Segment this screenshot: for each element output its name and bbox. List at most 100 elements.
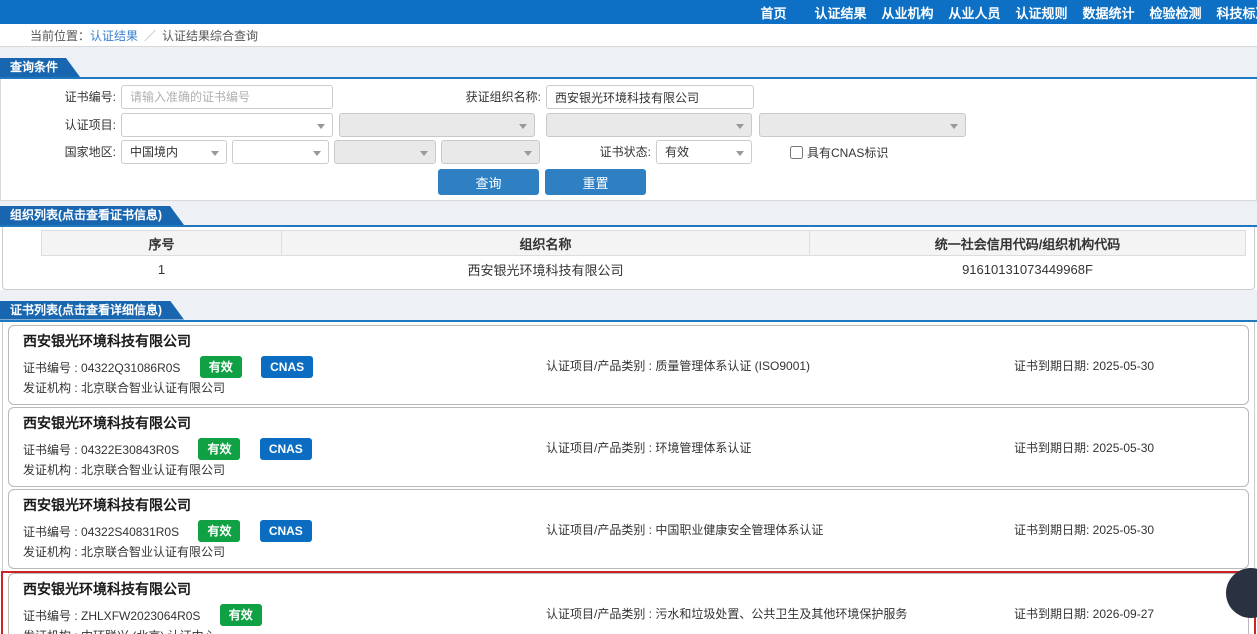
highlighted-certificate-outline: 西安银光环境科技有限公司 证书编号 : ZHLXFW2023064R0S 有效 … <box>1 571 1256 634</box>
org-row-code: 91610131073449968F <box>810 256 1246 283</box>
cnas-checkbox-input[interactable] <box>790 146 803 159</box>
cnas-badge: CNAS <box>260 438 312 460</box>
cert-list-panel: 西安银光环境科技有限公司 证书编号 : 04322Q31086R0S 有效 CN… <box>2 322 1255 634</box>
nav-item-home[interactable]: 首页 <box>740 3 807 22</box>
certificate-company-name: 西安银光环境科技有限公司 <box>23 580 1234 599</box>
status-badge: 有效 <box>200 356 242 378</box>
nav-item-personnel[interactable]: 从业人员 <box>941 3 1008 22</box>
project-select-4 <box>759 113 966 137</box>
breadcrumb-prefix: 当前位置： <box>30 27 90 44</box>
org-row-index: 1 <box>42 256 282 283</box>
status-select-value: 有效 <box>665 145 689 159</box>
expiry-date: 证书到期日期: 2026-09-27 <box>1014 604 1154 624</box>
expiry-value: 2025-05-30 <box>1093 441 1154 455</box>
certificate-company-name: 西安银光环境科技有限公司 <box>23 414 1234 433</box>
issuer: 发证机构 : 北京联合智业认证有限公司 <box>23 462 1234 479</box>
project-label: 认证项目/产品类别 : <box>546 441 655 455</box>
nav-item-cert-results[interactable]: 认证结果 <box>807 3 874 22</box>
breadcrumb: 当前位置： 认证结果 ／ 认证结果综合查询 <box>0 24 1257 47</box>
cert-no-label: 证书编号: <box>1 85 116 109</box>
spacer <box>0 47 1257 58</box>
issuer-label: 发证机构 : <box>23 381 81 395</box>
status-label: 证书状态: <box>561 140 651 164</box>
org-table-header-row: 序号 组织名称 统一社会信用代码/组织机构代码 <box>42 231 1246 256</box>
status-select[interactable]: 有效 <box>656 140 752 164</box>
project-label: 认证项目/产品类别 : <box>546 607 655 621</box>
expiry-date: 证书到期日期: 2025-05-30 <box>1014 438 1154 458</box>
top-navigation-items: 首页 认证结果 从业机构 从业人员 认证规则 数据统计 检验检测 科技标准 <box>740 0 1257 24</box>
issuer-label: 发证机构 : <box>23 463 81 477</box>
query-section-tab: 查询条件 <box>0 58 80 77</box>
org-name-input[interactable] <box>546 85 754 109</box>
chevron-down-icon <box>736 151 744 156</box>
project-label: 认证项目: <box>1 113 116 137</box>
org-list-section-tab: 组织列表(点击查看证书信息) <box>0 206 184 225</box>
breadcrumb-link-cert-results[interactable]: 认证结果 <box>90 27 138 44</box>
org-col-name: 组织名称 <box>282 231 810 256</box>
expiry-date: 证书到期日期: 2025-05-30 <box>1014 520 1154 540</box>
issuer: 发证机构 : 中环联兴 (北京) 认证中心 <box>23 628 1234 634</box>
reset-button[interactable]: 重置 <box>545 169 646 195</box>
spacer <box>0 290 1257 301</box>
certificate-info-row: 证书编号 : 04322S40831R0S 有效 CNAS 认证项目/产品类别 … <box>23 520 1234 542</box>
project-label: 认证项目/产品类别 : <box>546 523 655 537</box>
expiry-value: 2025-05-30 <box>1093 359 1154 373</box>
expiry-date: 证书到期日期: 2025-05-30 <box>1014 356 1154 376</box>
certificate-card-highlighted[interactable]: 西安银光环境科技有限公司 证书编号 : ZHLXFW2023064R0S 有效 … <box>8 573 1249 634</box>
cnas-badge: CNAS <box>261 356 313 378</box>
chevron-down-icon <box>211 151 219 156</box>
issuer-value: 北京联合智业认证有限公司 <box>81 545 225 559</box>
expiry-label: 证书到期日期: <box>1014 441 1093 455</box>
status-badge: 有效 <box>198 438 240 460</box>
cert-no-value: 04322Q31086R0S <box>81 361 180 375</box>
chevron-down-icon <box>950 124 958 129</box>
cert-no-value: ZHLXFW2023064R0S <box>81 609 200 623</box>
issuer: 发证机构 : 北京联合智业认证有限公司 <box>23 544 1234 561</box>
region-select[interactable]: 中国境内 <box>121 140 227 164</box>
project-value: 质量管理体系认证 (ISO9001) <box>655 359 810 373</box>
chevron-down-icon <box>317 124 325 129</box>
project-select-1[interactable] <box>121 113 333 137</box>
chevron-down-icon <box>420 151 428 156</box>
nav-item-rules[interactable]: 认证规则 <box>1008 3 1075 22</box>
project-category: 认证项目/产品类别 : 环境管理体系认证 <box>546 438 751 458</box>
certificate-card[interactable]: 西安银光环境科技有限公司 证书编号 : 04322E30843R0S 有效 CN… <box>8 407 1249 487</box>
certificate-company-name: 西安银光环境科技有限公司 <box>23 496 1234 515</box>
city-select <box>334 140 436 164</box>
nav-item-inspection[interactable]: 检验检测 <box>1142 3 1209 22</box>
chevron-down-icon <box>524 151 532 156</box>
project-select-2 <box>339 113 535 137</box>
certificate-company-name: 西安银光环境科技有限公司 <box>23 332 1234 351</box>
expiry-label: 证书到期日期: <box>1014 359 1093 373</box>
certificate-card[interactable]: 西安银光环境科技有限公司 证书编号 : 04322S40831R0S 有效 CN… <box>8 489 1249 569</box>
issuer-value: 中环联兴 (北京) 认证中心 <box>81 629 216 634</box>
cert-no-input[interactable] <box>121 85 333 109</box>
nav-item-tech-standard[interactable]: 科技标准 <box>1209 3 1257 22</box>
expiry-value: 2026-09-27 <box>1093 607 1154 621</box>
org-col-code: 统一社会信用代码/组织机构代码 <box>810 231 1246 256</box>
project-value: 污水和垃圾处置、公共卫生及其他环境保护服务 <box>655 607 907 621</box>
certificate-card[interactable]: 西安银光环境科技有限公司 证书编号 : 04322Q31086R0S 有效 CN… <box>8 325 1249 405</box>
cert-no-value: 04322E30843R0S <box>81 443 179 457</box>
cert-no-label: 证书编号 : <box>23 443 81 457</box>
certificate-info-row: 证书编号 : ZHLXFW2023064R0S 有效 CNAS 认证项目/产品类… <box>23 604 1234 626</box>
status-badge: 有效 <box>198 520 240 542</box>
region-label: 国家地区: <box>1 140 116 164</box>
expiry-value: 2025-05-30 <box>1093 523 1154 537</box>
project-label: 认证项目/产品类别 : <box>546 359 655 373</box>
cnas-badge: CNAS <box>260 520 312 542</box>
province-select[interactable] <box>232 140 329 164</box>
cert-list-section-header: 证书列表(点击查看详细信息) <box>0 301 1257 320</box>
org-table-row[interactable]: 1 西安银光环境科技有限公司 91610131073449968F <box>42 256 1246 283</box>
chevron-down-icon <box>736 124 744 129</box>
cnas-checkbox[interactable]: 具有CNAS标识 <box>790 140 888 164</box>
breadcrumb-current: 认证结果综合查询 <box>162 27 258 44</box>
certificate-info-row: 证书编号 : 04322Q31086R0S 有效 CNAS 认证项目/产品类别 … <box>23 356 1234 378</box>
chevron-down-icon <box>519 124 527 129</box>
nav-item-statistics[interactable]: 数据统计 <box>1075 3 1142 22</box>
issuer-label: 发证机构 : <box>23 629 81 634</box>
project-category: 认证项目/产品类别 : 污水和垃圾处置、公共卫生及其他环境保护服务 <box>546 604 907 624</box>
query-section-header: 查询条件 <box>0 58 1257 77</box>
nav-item-agencies[interactable]: 从业机构 <box>874 3 941 22</box>
search-button[interactable]: 查询 <box>438 169 539 195</box>
